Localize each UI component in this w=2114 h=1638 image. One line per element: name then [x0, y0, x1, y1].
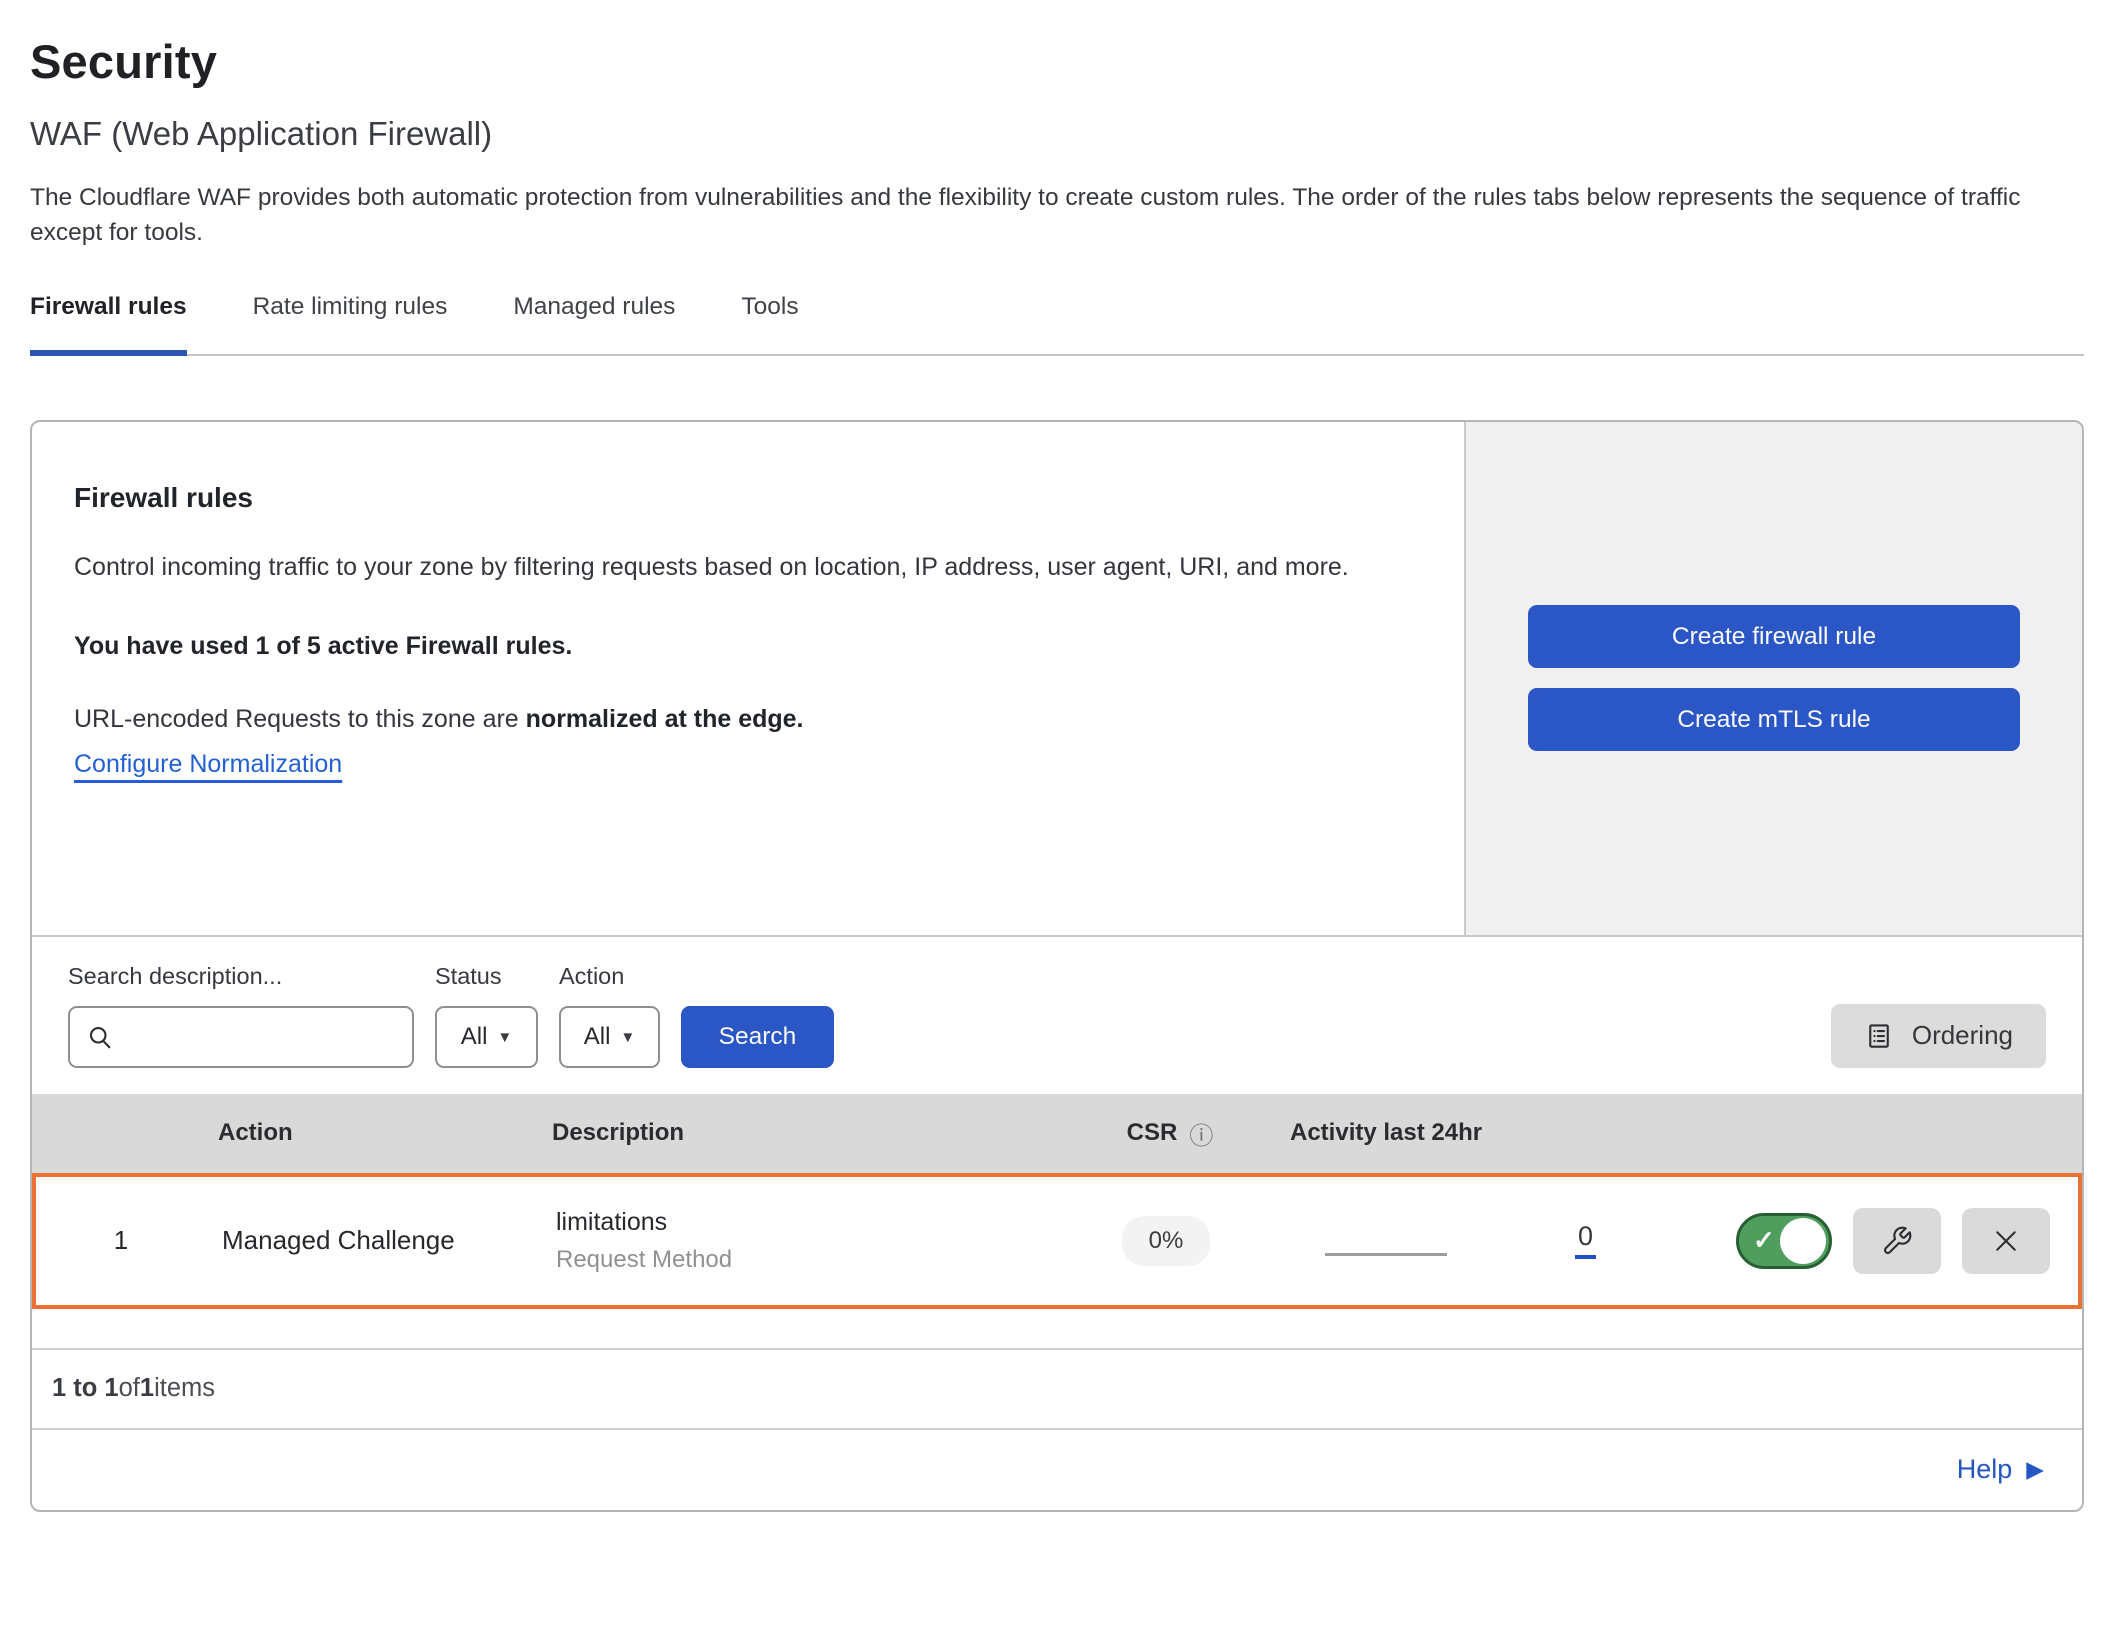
tab-tools[interactable]: Tools	[741, 293, 798, 354]
close-icon	[1991, 1226, 2021, 1256]
tab-rate-limiting-rules[interactable]: Rate limiting rules	[253, 293, 448, 354]
csr-badge: 0%	[1122, 1216, 1211, 1266]
action-value: All	[584, 1023, 611, 1051]
filter-bar: Search description... Status All ▼ Actio…	[32, 937, 2082, 1094]
rule-priority: 1	[114, 1225, 128, 1256]
rule-controls: ✓	[1736, 1208, 2078, 1274]
edit-rule-button[interactable]	[1853, 1208, 1941, 1274]
help-row: Help ▶	[32, 1428, 2082, 1510]
wrench-icon	[1881, 1225, 1913, 1257]
actions-panel: Create firewall rule Create mTLS rule	[1464, 422, 2082, 935]
rule-action: Managed Challenge	[206, 1225, 556, 1256]
page-description: The Cloudflare WAF provides both automat…	[30, 181, 2060, 251]
waf-tabbar: Firewall rules Rate limiting rules Manag…	[30, 293, 2084, 356]
search-input[interactable]	[114, 1023, 400, 1051]
tab-managed-rules[interactable]: Managed rules	[513, 293, 675, 354]
rule-description-cell: limitations Request Method	[556, 1208, 1046, 1274]
check-icon: ✓	[1753, 1225, 1775, 1256]
page-title: Security	[30, 34, 2084, 89]
create-firewall-rule-button[interactable]: Create firewall rule	[1528, 605, 2020, 668]
search-button[interactable]: Search	[681, 1006, 834, 1068]
firewall-rules-summary-section: Firewall rules Control incoming traffic …	[32, 422, 2082, 937]
card-description: Control incoming traffic to your zone by…	[74, 544, 1364, 590]
delete-rule-button[interactable]	[1962, 1208, 2050, 1274]
chevron-down-icon: ▼	[497, 1029, 512, 1046]
table-header: Action Description CSR ⓘ Activity last 2…	[32, 1094, 2082, 1173]
normalization-text: URL-encoded Requests to this zone are no…	[74, 705, 1414, 734]
arrow-right-icon: ▶	[2026, 1456, 2044, 1483]
page-subtitle: WAF (Web Application Firewall)	[30, 115, 2084, 153]
ordered-list-icon	[1864, 1021, 1894, 1051]
usage-text: You have used 1 of 5 active Firewall rul…	[74, 632, 1414, 661]
card-heading: Firewall rules	[74, 482, 1414, 514]
pagination-range: 1 to 1	[52, 1374, 119, 1403]
status-dropdown[interactable]: All ▼	[435, 1006, 538, 1068]
tab-firewall-rules[interactable]: Firewall rules	[30, 293, 187, 354]
toggle-knob	[1780, 1218, 1826, 1264]
column-header-description: Description	[552, 1119, 1050, 1147]
chevron-down-icon: ▼	[620, 1029, 635, 1046]
search-icon	[86, 1023, 114, 1051]
help-label: Help	[1957, 1454, 2013, 1485]
ordering-label: Ordering	[1912, 1020, 2013, 1051]
ordering-button[interactable]: Ordering	[1831, 1004, 2046, 1068]
action-dropdown[interactable]: All ▼	[559, 1006, 660, 1068]
firewall-rules-card: Firewall rules Control incoming traffic …	[30, 420, 2084, 1512]
rule-expression: Request Method	[556, 1246, 1046, 1274]
search-label: Search description...	[68, 963, 414, 990]
activity-sparkline	[1325, 1253, 1447, 1256]
action-label: Action	[559, 963, 660, 990]
help-link[interactable]: Help ▶	[1957, 1454, 2044, 1485]
pagination: 1 to 1 of 1 items	[32, 1348, 2082, 1428]
activity-count-link[interactable]: 0	[1575, 1222, 1596, 1259]
column-header-csr: CSR ⓘ	[1127, 1116, 1214, 1151]
status-label: Status	[435, 963, 538, 990]
table-footer-spacer	[32, 1309, 2082, 1348]
activity-cell: 0	[1286, 1222, 1736, 1259]
create-mtls-rule-button[interactable]: Create mTLS rule	[1528, 688, 2020, 751]
status-value: All	[461, 1023, 488, 1051]
column-header-activity: Activity last 24hr	[1290, 1119, 1740, 1147]
pagination-total: 1	[140, 1374, 154, 1403]
configure-normalization-link[interactable]: Configure Normalization	[74, 750, 342, 779]
rule-description: limitations	[556, 1208, 1046, 1237]
rule-enabled-toggle[interactable]: ✓	[1736, 1213, 1832, 1269]
search-box	[68, 1006, 414, 1068]
table-row: 1 Managed Challenge limitations Request …	[32, 1173, 2082, 1309]
column-header-action: Action	[202, 1119, 552, 1147]
info-icon[interactable]: ⓘ	[1189, 1116, 1213, 1151]
